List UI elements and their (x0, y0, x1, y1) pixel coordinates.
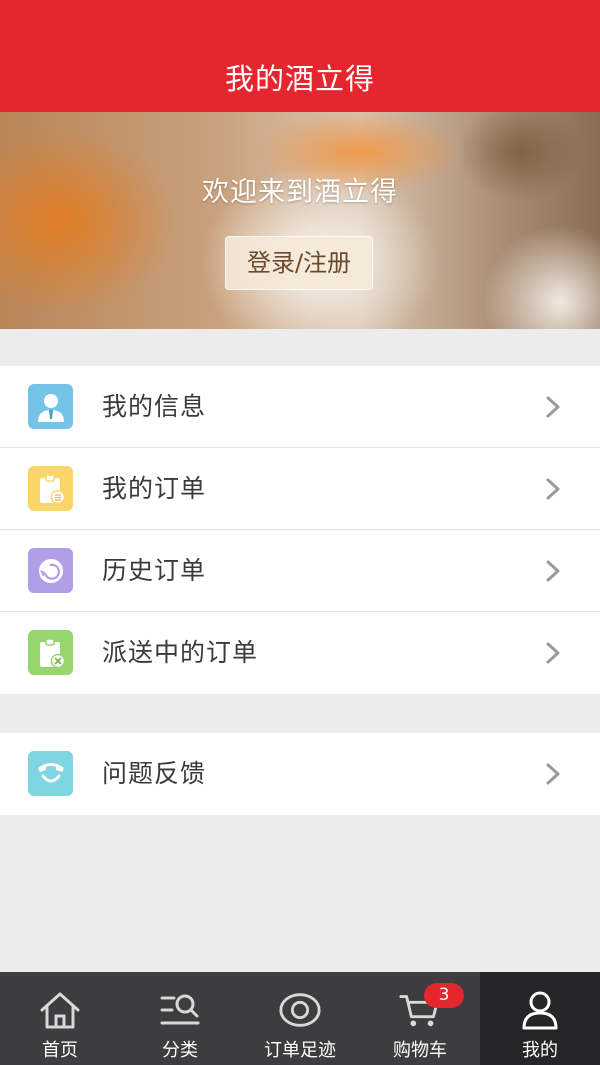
chevron-right-icon (546, 642, 560, 664)
menu-item-delivering-orders[interactable]: 派送中的订单 (0, 612, 600, 694)
welcome-text: 欢迎来到酒立得 (202, 177, 398, 208)
tab-label: 首页 (42, 1040, 78, 1061)
menu-item-label: 我的信息 (102, 392, 207, 421)
chevron-right-icon (546, 560, 560, 582)
tab-home[interactable]: 首页 (0, 972, 120, 1065)
support-menu: 问题反馈 (0, 733, 600, 815)
chevron-right-icon (546, 396, 560, 418)
menu-item-label: 历史订单 (102, 556, 207, 585)
tab-mine[interactable]: 我的 (480, 972, 600, 1065)
profile-icon (518, 990, 562, 1030)
tab-category[interactable]: 分类 (120, 972, 240, 1065)
feedback-phone-icon (28, 751, 73, 796)
chevron-right-icon (546, 763, 560, 785)
account-menu: 我的信息 我的订单 历史订单 派送中的订单 (0, 366, 600, 694)
login-register-button[interactable]: 登录/注册 (225, 236, 373, 290)
menu-item-label: 派送中的订单 (102, 638, 259, 667)
menu-item-my-orders[interactable]: 我的订单 (0, 448, 600, 530)
home-icon (38, 990, 82, 1030)
chevron-right-icon (546, 478, 560, 500)
bottom-tab-bar: 首页 分类 订单足迹 购物车 我的 (0, 972, 600, 1065)
tab-label: 订单足迹 (264, 1040, 336, 1061)
eye-icon (278, 990, 322, 1030)
tab-label: 分类 (162, 1040, 198, 1061)
menu-item-label: 我的订单 (102, 474, 207, 503)
delivery-order-icon (28, 630, 73, 675)
tab-label: 我的 (522, 1040, 558, 1061)
app-header: 我的酒立得 (0, 0, 600, 112)
page-title: 我的酒立得 (224, 62, 375, 96)
history-icon (28, 548, 73, 593)
category-search-icon (158, 990, 202, 1030)
menu-item-feedback[interactable]: 问题反馈 (0, 733, 600, 815)
welcome-banner: 欢迎来到酒立得 登录/注册 (0, 112, 600, 329)
menu-item-label: 问题反馈 (102, 759, 207, 788)
tab-order-footprint[interactable]: 订单足迹 (240, 972, 360, 1065)
order-clipboard-icon (28, 466, 73, 511)
user-info-icon (28, 384, 73, 429)
tab-cart[interactable]: 购物车 (360, 972, 480, 1065)
tab-label: 购物车 (393, 1040, 447, 1061)
menu-item-my-info[interactable]: 我的信息 (0, 366, 600, 448)
menu-item-history-orders[interactable]: 历史订单 (0, 530, 600, 612)
cart-count-badge: 3 (424, 983, 464, 1008)
